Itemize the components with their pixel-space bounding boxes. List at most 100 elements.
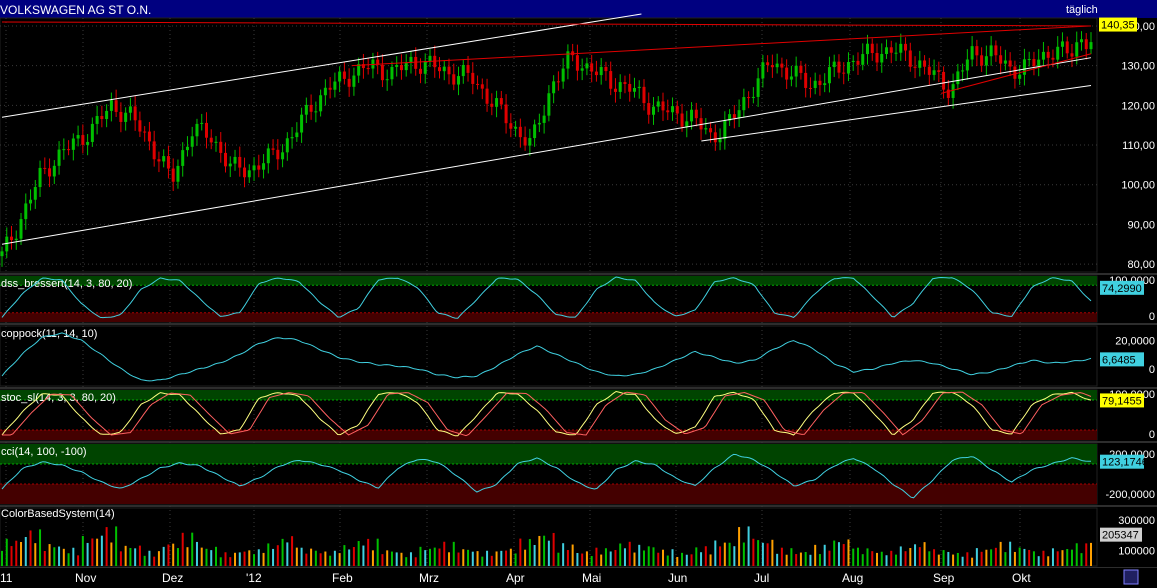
chart-canvas[interactable]: 140,00130,00120,00110,00100,0090,0080,00… (0, 0, 1157, 588)
volume-bar (296, 548, 298, 566)
candle-body (1075, 42, 1078, 56)
candle-body (952, 84, 955, 98)
volume-bar (534, 545, 536, 566)
candle-body (153, 141, 156, 159)
candle-body (547, 93, 550, 115)
volume-bar (662, 550, 664, 566)
volume-bar (1052, 548, 1054, 566)
volume-bar (239, 552, 241, 566)
volume-bar (924, 542, 926, 566)
candle-body (343, 72, 346, 79)
candle-body (53, 166, 56, 177)
candle-body (191, 136, 194, 146)
candle-body (443, 67, 446, 72)
candle-body (81, 135, 84, 145)
volume-bar (838, 542, 840, 566)
candle-body (405, 63, 408, 70)
volume-bar (776, 554, 778, 566)
volume-bar (372, 550, 374, 566)
volume-bar (500, 551, 502, 566)
candle-body (671, 106, 674, 112)
candle-body (614, 89, 617, 92)
volume-bar (1009, 542, 1011, 566)
volume-bar (1038, 556, 1040, 566)
candle-body (467, 65, 470, 73)
volume-bar (652, 547, 654, 566)
volume-bar (158, 551, 160, 566)
candle-body (86, 142, 89, 145)
x-tick-label: Feb (332, 571, 353, 585)
volume-bar (1042, 551, 1044, 566)
cci-upper-zone (0, 444, 1097, 464)
candle-body (994, 45, 997, 55)
candle-body (738, 110, 741, 118)
volume-bar (191, 533, 193, 566)
cci-title: cci(14, 100, -100) (1, 446, 87, 458)
candle-body (733, 114, 736, 118)
volume-bar (781, 548, 783, 566)
volume-bar (11, 546, 13, 566)
stoc-title: stoc_sl(14, 3, 3, 80, 20) (1, 392, 116, 404)
volume-bar (1000, 542, 1002, 566)
candle-body (324, 88, 327, 95)
candle-body (814, 81, 817, 88)
candle-body (638, 87, 641, 88)
candle-body (519, 127, 522, 137)
volume-bar (310, 549, 312, 566)
volume-bar (710, 554, 712, 566)
candle-body (157, 159, 160, 161)
candle-body (709, 128, 712, 132)
price-tick-label: 130,00 (1121, 61, 1155, 73)
volume-bar (724, 543, 726, 566)
volume-bar (890, 551, 892, 566)
volume-bar (443, 542, 445, 566)
volume-bar (905, 551, 907, 566)
volume-bar (415, 557, 417, 566)
volume-bar (486, 551, 488, 566)
volume-bar (205, 549, 207, 566)
price-tick-label: 90,00 (1127, 219, 1155, 231)
x-tick-label: Jun (668, 571, 687, 585)
candle-body (1042, 52, 1045, 60)
volume-bar (729, 543, 731, 566)
candle-body (481, 84, 484, 88)
candle-body (143, 132, 146, 133)
candle-body (400, 65, 403, 70)
volume-bar (995, 548, 997, 566)
volume-bar (619, 543, 621, 566)
candle-body (676, 106, 679, 113)
volume-bar (172, 544, 174, 566)
volume-bar (429, 549, 431, 566)
candle-body (690, 110, 693, 122)
candle-body (799, 66, 802, 73)
candle-body (695, 110, 698, 118)
candle-body (352, 76, 355, 87)
volume-bar (272, 549, 274, 566)
candle-body (1032, 59, 1035, 66)
candle-body (552, 81, 555, 93)
volume-bar (519, 539, 521, 566)
candle-body (91, 124, 94, 142)
candle-body (390, 67, 393, 79)
volume-bar (1071, 550, 1073, 566)
candle-body (1, 251, 4, 256)
volume-bar (947, 552, 949, 566)
volume-bar (220, 557, 222, 566)
dss-title: dss_bressert(14, 3, 80, 20) (1, 278, 132, 290)
candle-body (77, 135, 80, 138)
volume-bar (391, 552, 393, 566)
candle-body (162, 156, 165, 161)
candle-body (314, 111, 317, 112)
candle-body (1028, 59, 1031, 60)
candle-body (67, 149, 70, 150)
volume-bar (348, 549, 350, 566)
candle-body (1037, 60, 1040, 67)
candle-body (1090, 42, 1093, 49)
candle-body (448, 67, 451, 75)
volume-bar (515, 553, 517, 566)
volume-bar (1061, 550, 1063, 566)
candle-body (785, 68, 788, 80)
price-tick-label: 110,00 (1122, 140, 1155, 152)
candle-body (295, 133, 298, 138)
volume-bar (843, 544, 845, 566)
